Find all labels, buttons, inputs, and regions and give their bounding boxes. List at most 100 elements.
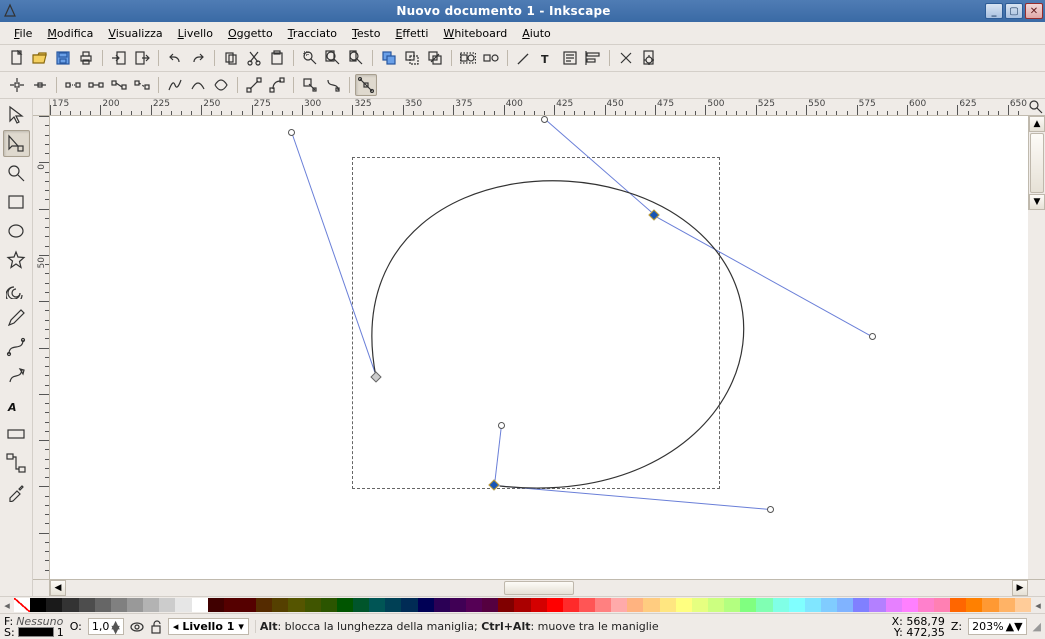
palette-swatch[interactable] <box>224 598 240 612</box>
tool-connector[interactable] <box>3 449 30 476</box>
doc-properties-button[interactable] <box>638 47 660 69</box>
palette-swatch[interactable] <box>353 598 369 612</box>
zoom-page-button[interactable] <box>345 47 367 69</box>
palette-swatch[interactable] <box>111 598 127 612</box>
palette-swatch[interactable] <box>821 598 837 612</box>
menu-path[interactable]: Tracciato <box>282 25 343 42</box>
palette-swatch[interactable] <box>676 598 692 612</box>
node-join-button[interactable] <box>85 74 107 96</box>
color-palette[interactable] <box>14 598 1031 612</box>
palette-swatch[interactable] <box>902 598 918 612</box>
window-close-button[interactable]: ✕ <box>1025 3 1043 19</box>
palette-swatch[interactable] <box>482 598 498 612</box>
node-cusp-button[interactable] <box>164 74 186 96</box>
cut-button[interactable] <box>243 47 265 69</box>
palette-swatch[interactable] <box>692 598 708 612</box>
export-button[interactable] <box>131 47 153 69</box>
palette-swatch[interactable] <box>498 598 514 612</box>
new-button[interactable] <box>6 47 28 69</box>
preferences-button[interactable] <box>615 47 637 69</box>
tool-text[interactable]: A <box>3 391 30 418</box>
palette-swatch[interactable] <box>531 598 547 612</box>
palette-swatch[interactable] <box>256 598 272 612</box>
palette-swatch[interactable] <box>175 598 191 612</box>
align-dialog-button[interactable] <box>582 47 604 69</box>
tool-star[interactable] <box>3 246 30 273</box>
segment-curve-button[interactable] <box>266 74 288 96</box>
palette-swatch[interactable] <box>337 598 353 612</box>
vertical-scrollbar[interactable]: ▲ ▼ <box>1028 116 1045 210</box>
node-handle[interactable] <box>869 333 876 340</box>
scroll-up-button[interactable]: ▲ <box>1029 116 1045 132</box>
palette-swatch[interactable] <box>740 598 756 612</box>
node-symmetric-button[interactable] <box>210 74 232 96</box>
tool-zoom[interactable] <box>3 159 30 186</box>
palette-swatch[interactable] <box>724 598 740 612</box>
palette-swatch[interactable] <box>853 598 869 612</box>
palette-swatch[interactable] <box>288 598 304 612</box>
hscroll-thumb[interactable] <box>504 581 574 595</box>
menu-file[interactable]: File <box>8 25 38 42</box>
scroll-down-button[interactable]: ▼ <box>1029 194 1045 210</box>
palette-swatch[interactable] <box>369 598 385 612</box>
palette-swatch[interactable] <box>305 598 321 612</box>
tool-dropper[interactable] <box>3 478 30 505</box>
fill-stroke-button[interactable] <box>513 47 535 69</box>
palette-swatch[interactable] <box>999 598 1015 612</box>
palette-swatch[interactable] <box>966 598 982 612</box>
palette-swatch[interactable] <box>547 598 563 612</box>
zoom-drawing-button[interactable] <box>322 47 344 69</box>
palette-swatch[interactable] <box>434 598 450 612</box>
zoom-field[interactable]: 203% ▲▼ <box>968 618 1026 635</box>
palette-swatch[interactable] <box>418 598 434 612</box>
palette-swatch[interactable] <box>1015 598 1031 612</box>
palette-swatch[interactable] <box>79 598 95 612</box>
menu-object[interactable]: Oggetto <box>222 25 279 42</box>
node-delete-segment-button[interactable] <box>131 74 153 96</box>
menu-text[interactable]: Testo <box>346 25 386 42</box>
tool-pencil[interactable] <box>3 304 30 331</box>
palette-swatch[interactable] <box>450 598 466 612</box>
node-add-button[interactable] <box>6 74 28 96</box>
palette-swatch[interactable] <box>886 598 902 612</box>
stroke-swatch[interactable] <box>18 627 54 637</box>
palette-swatch[interactable] <box>708 598 724 612</box>
palette-swatch[interactable] <box>756 598 772 612</box>
palette-swatch[interactable] <box>837 598 853 612</box>
menu-whiteboard[interactable]: Whiteboard <box>437 25 513 42</box>
vscroll-thumb[interactable] <box>1030 133 1044 193</box>
scroll-right-button[interactable]: ▶ <box>1012 580 1028 596</box>
palette-swatch[interactable] <box>579 598 595 612</box>
palette-swatch[interactable] <box>192 598 208 612</box>
open-button[interactable] <box>29 47 51 69</box>
menu-effects[interactable]: Effetti <box>389 25 434 42</box>
window-maximize-button[interactable]: ▢ <box>1005 3 1023 19</box>
palette-swatch[interactable] <box>514 598 530 612</box>
canvas[interactable] <box>50 116 1028 579</box>
object-to-path-button[interactable] <box>299 74 321 96</box>
window-minimize-button[interactable]: _ <box>985 3 1003 19</box>
xml-editor-button[interactable] <box>559 47 581 69</box>
palette-swatch[interactable] <box>918 598 934 612</box>
palette-swatch[interactable] <box>159 598 175 612</box>
group-button[interactable] <box>457 47 479 69</box>
node-handle[interactable] <box>767 506 774 513</box>
menu-view[interactable]: Visualizza <box>102 25 168 42</box>
scroll-left-button[interactable]: ◀ <box>50 580 66 596</box>
horizontal-scrollbar[interactable]: ◀ ▶ <box>50 579 1028 596</box>
fill-stroke-indicator[interactable]: F: Nessuno S: 1 <box>4 616 64 638</box>
tool-calligraphy[interactable] <box>3 362 30 389</box>
save-button[interactable] <box>52 47 74 69</box>
palette-swatch[interactable] <box>950 598 966 612</box>
redo-button[interactable] <box>187 47 209 69</box>
node-join-segment-button[interactable] <box>108 74 130 96</box>
tool-ellipse[interactable] <box>3 217 30 244</box>
palette-swatch[interactable] <box>143 598 159 612</box>
palette-swatch[interactable] <box>14 598 30 612</box>
duplicate-button[interactable] <box>378 47 400 69</box>
copy-button[interactable] <box>220 47 242 69</box>
zoom-selection-button[interactable] <box>299 47 321 69</box>
palette-swatch[interactable] <box>789 598 805 612</box>
layer-lock-icon[interactable] <box>150 620 162 634</box>
zoom-to-fit-icon[interactable] <box>1028 99 1045 116</box>
